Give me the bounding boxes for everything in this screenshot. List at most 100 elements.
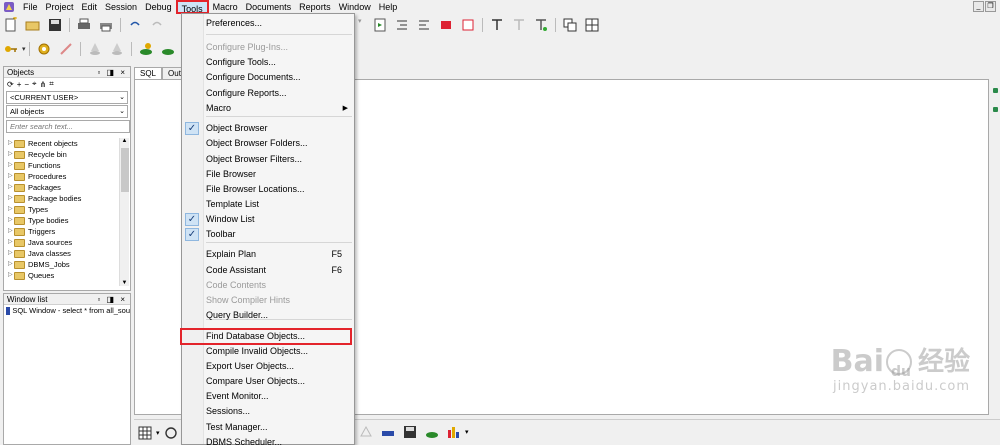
export-icon[interactable] <box>424 424 440 440</box>
menu-edit[interactable]: Edit <box>78 0 102 14</box>
menu-item-object-browser[interactable]: ✓ Object Browser <box>182 121 354 136</box>
expand-icon[interactable]: ▷ <box>4 160 14 171</box>
menu-item-configure-reports[interactable]: Configure Reports... <box>182 86 354 101</box>
minimize-icon[interactable]: _ <box>973 1 984 12</box>
scroll-up-icon[interactable]: ▲ <box>120 138 129 144</box>
menu-item-event-monitor[interactable]: Event Monitor... <box>182 389 354 404</box>
tree-item[interactable]: ▷ Triggers <box>4 226 130 237</box>
tree-item[interactable]: ▷ Types <box>4 204 130 215</box>
expand-icon[interactable]: ▷ <box>4 171 14 182</box>
menu-item-query-builder[interactable]: Query Builder... <box>182 308 354 323</box>
tree-item[interactable]: ▷ Functions <box>4 160 130 171</box>
tree-item[interactable]: ▷ Java sources <box>4 237 130 248</box>
save-icon[interactable] <box>47 17 63 33</box>
expand-icon[interactable]: ▷ <box>4 270 14 281</box>
dropdown-arrow-icon[interactable]: ▾ <box>156 429 160 437</box>
tree-scrollbar[interactable]: ▲ ▼ <box>119 138 129 286</box>
clear-icon[interactable] <box>358 424 374 440</box>
remove-icon[interactable]: − <box>24 80 29 89</box>
menu-item-code-assistant[interactable]: Code Assistant F6 <box>182 263 354 278</box>
filter-icon[interactable]: ⋔ <box>40 80 47 89</box>
menu-item-explain-plan[interactable]: Explain Plan F5 <box>182 247 354 262</box>
expand-icon[interactable]: ▷ <box>4 259 14 270</box>
indent-icon[interactable] <box>394 17 410 33</box>
gear-icon[interactable] <box>36 41 52 57</box>
scroll-down-icon[interactable]: ▼ <box>120 280 129 286</box>
menu-documents[interactable]: Documents <box>242 0 296 14</box>
scroll-thumb[interactable] <box>121 148 129 192</box>
navigate-back-icon[interactable] <box>993 88 998 93</box>
tree-item[interactable]: ▷ Type bodies <box>4 215 130 226</box>
chart-icon[interactable] <box>446 424 462 440</box>
tab-sql[interactable]: SQL <box>134 67 163 79</box>
replace-icon[interactable] <box>511 17 527 33</box>
properties-icon[interactable]: ⌗ <box>49 79 54 89</box>
menu-window[interactable]: Window <box>335 0 375 14</box>
tree-item[interactable]: ▷ Recycle bin <box>4 149 130 160</box>
menu-macro[interactable]: Macro <box>209 0 242 14</box>
query-icon[interactable] <box>163 425 179 441</box>
dropdown-arrow-icon[interactable]: ▾ <box>22 45 26 53</box>
unindent-icon[interactable] <box>416 17 432 33</box>
print-preview-icon[interactable] <box>98 17 114 33</box>
uncomment-icon[interactable] <box>460 17 476 33</box>
menu-item-export-user-objects[interactable]: Export User Objects... <box>182 359 354 374</box>
windows-icon[interactable] <box>562 17 578 33</box>
menu-item-configure-tools[interactable]: Configure Tools... <box>182 55 354 70</box>
debug-icon[interactable] <box>58 41 74 57</box>
expand-icon[interactable]: ▷ <box>4 204 14 215</box>
menu-item-file-browser[interactable]: File Browser <box>182 167 354 182</box>
open-folder-icon[interactable] <box>25 17 41 33</box>
print-icon[interactable] <box>76 17 92 33</box>
commit-icon[interactable] <box>87 41 103 57</box>
bookmark-icon[interactable] <box>533 17 549 33</box>
expand-icon[interactable]: ▷ <box>4 248 14 259</box>
menu-item-file-browser-locations[interactable]: File Browser Locations... <box>182 182 354 197</box>
connect-icon[interactable] <box>138 41 154 57</box>
expand-icon[interactable]: ▷ <box>4 138 14 149</box>
expand-icon[interactable]: ▷ <box>4 215 14 226</box>
key-icon[interactable] <box>3 41 19 57</box>
menu-item-window-list[interactable]: ✓ Window List <box>182 212 354 227</box>
new-icon[interactable] <box>3 16 19 33</box>
menu-file[interactable]: File <box>19 0 42 14</box>
find-icon[interactable] <box>489 17 505 33</box>
expand-icon[interactable]: ▷ <box>4 237 14 248</box>
menu-item-compile-invalid-objects[interactable]: Compile Invalid Objects... <box>182 344 354 359</box>
expand-icon[interactable]: ▷ <box>4 193 14 204</box>
tree-item[interactable]: ▷ Queues <box>4 270 130 281</box>
tree-item[interactable]: ▷ Procedures <box>4 171 130 182</box>
menu-item-find-database-objects[interactable]: Find Database Objects... <box>180 328 352 345</box>
menu-debug[interactable]: Debug <box>141 0 176 14</box>
save-icon[interactable] <box>402 424 418 440</box>
tree-item[interactable]: ▷ DBMS_Jobs <box>4 259 130 270</box>
grid-icon[interactable] <box>137 425 153 441</box>
menu-help[interactable]: Help <box>375 0 402 14</box>
menu-item-object-browser-folders[interactable]: Object Browser Folders... <box>182 136 354 151</box>
user-combo[interactable]: <CURRENT USER> ⌄ <box>6 91 128 104</box>
menu-session[interactable]: Session <box>101 0 141 14</box>
window-list-item[interactable]: SQL Window - select * from all_sou <box>4 305 130 316</box>
comment-icon[interactable] <box>438 17 454 33</box>
tree-item[interactable]: ▷ Recent objects <box>4 138 130 149</box>
pin-icon[interactable] <box>380 424 396 440</box>
menu-item-compare-user-objects[interactable]: Compare User Objects... <box>182 374 354 389</box>
menu-item-macro[interactable]: Macro ▶ <box>182 101 354 116</box>
dropdown-arrow-icon[interactable]: ▾ <box>465 428 469 436</box>
expand-icon[interactable]: ▷ <box>4 226 14 237</box>
restore-icon[interactable]: ❐ <box>985 1 996 12</box>
menu-item-preferences[interactable]: Preferences... <box>182 16 354 31</box>
rollback-icon[interactable] <box>109 41 125 57</box>
panel-controls[interactable]: ▫ ◨ × <box>97 67 127 78</box>
dropdown-arrow-icon[interactable]: ▾ <box>358 17 366 33</box>
panel-controls[interactable]: ▫ ◨ × <box>97 294 127 305</box>
find-icon[interactable]: ⌖ <box>32 79 37 89</box>
search-input[interactable] <box>6 120 130 133</box>
menu-item-configure-documents[interactable]: Configure Documents... <box>182 70 354 85</box>
add-icon[interactable]: + <box>17 80 22 89</box>
navigate-forward-icon[interactable] <box>993 107 998 112</box>
menu-project[interactable]: Project <box>42 0 78 14</box>
expand-icon[interactable]: ▷ <box>4 149 14 160</box>
tree-item[interactable]: ▷ Packages <box>4 182 130 193</box>
menu-tools[interactable]: Tools <box>175 0 209 14</box>
